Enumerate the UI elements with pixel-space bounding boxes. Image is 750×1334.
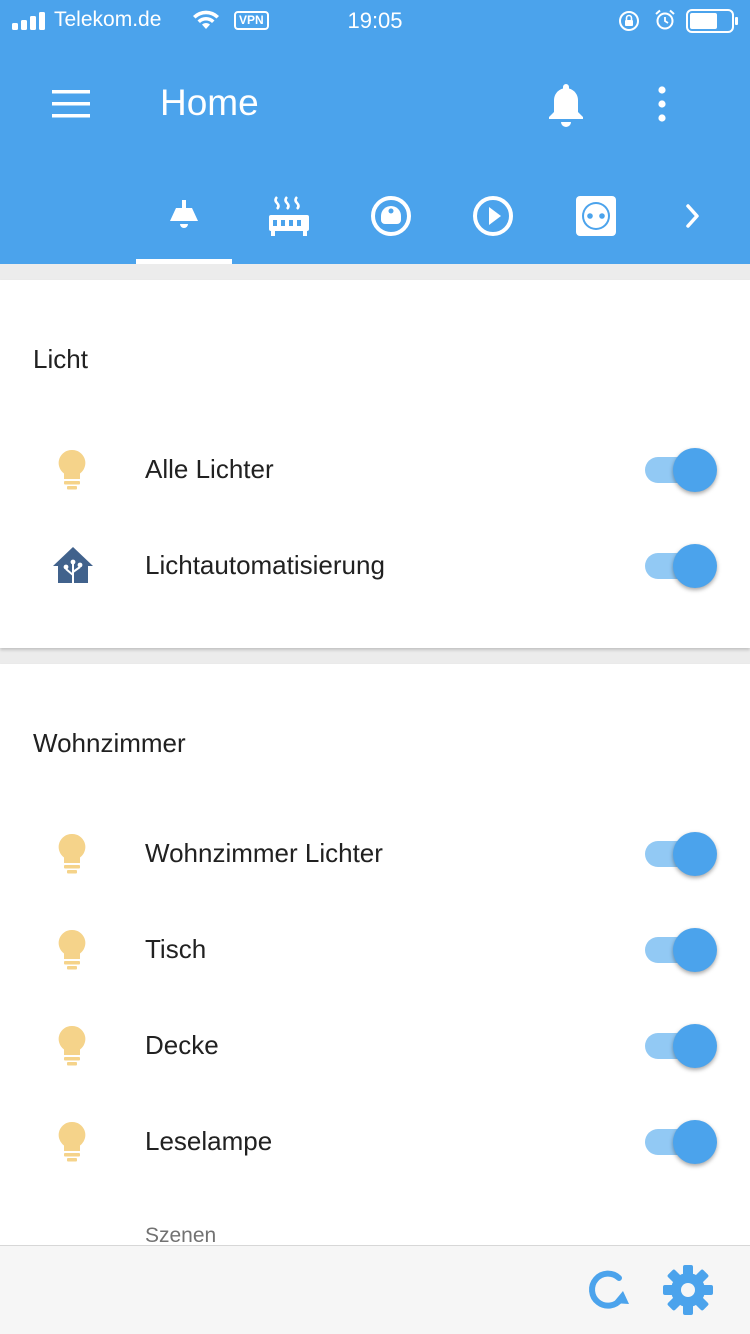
lightbulb-icon [58, 449, 86, 490]
toggle-thumb [673, 544, 717, 588]
entity-label: Leselampe [145, 1126, 273, 1156]
entity-row[interactable]: Leselampe [0, 1094, 750, 1190]
entity-row[interactable]: Decke [0, 998, 750, 1094]
orientation-lock-icon [619, 11, 639, 31]
home-assistant-icon [53, 547, 93, 583]
tab-bar [0, 180, 750, 264]
card-wohnzimmer: Wohnzimmer Wohnzimmer Lichter Tisch Deck… [0, 664, 750, 1334]
toggle-switch[interactable] [643, 448, 717, 492]
toggle-thumb [673, 832, 717, 876]
tab-scroll-right[interactable] [648, 180, 744, 264]
card-title: Wohnzimmer [33, 728, 186, 758]
entity-label: Tisch [145, 934, 207, 964]
chevron-right-icon [686, 204, 699, 228]
entity-row[interactable]: Wohnzimmer Lichter [0, 806, 750, 902]
toggle-thumb [673, 1120, 717, 1164]
lightbulb-icon [58, 1121, 86, 1162]
status-bar: Telekom.de VPN 19:05 [0, 0, 750, 40]
toggle-thumb [673, 928, 717, 972]
tab-switches[interactable] [546, 180, 642, 264]
tab-indicator [136, 259, 232, 264]
tab-vacuum[interactable] [341, 180, 437, 264]
tab-media[interactable] [443, 180, 539, 264]
tab-lights[interactable] [136, 180, 232, 264]
lightbulb-icon [58, 833, 86, 874]
bell-icon[interactable] [546, 82, 586, 128]
entity-label: Wohnzimmer Lichter [145, 838, 383, 868]
toggle-thumb [673, 448, 717, 492]
lightbulb-icon [58, 1025, 86, 1066]
refresh-icon[interactable] [583, 1266, 635, 1316]
lightbulb-icon [58, 929, 86, 970]
play-circle-icon [473, 196, 513, 236]
page-title: Home [160, 82, 259, 123]
bottom-toolbar [0, 1245, 750, 1334]
toggle-switch[interactable] [643, 1024, 717, 1068]
entity-label: Decke [145, 1030, 219, 1060]
more-vert-icon[interactable] [655, 86, 669, 122]
gear-icon[interactable] [662, 1264, 714, 1316]
toggle-switch[interactable] [643, 832, 717, 876]
toggle-thumb [673, 1024, 717, 1068]
entity-row[interactable]: Tisch [0, 902, 750, 998]
entity-label: Alle Lichter [145, 454, 274, 484]
radiator-icon [269, 196, 309, 236]
card-licht: Licht Alle Lichter Lichtautomatisierung [0, 280, 750, 648]
app-bar: Telekom.de VPN 19:05 Home [0, 0, 750, 264]
tab-heating[interactable] [239, 180, 335, 264]
menu-icon[interactable] [52, 90, 92, 118]
entity-label: Lichtautomatisierung [145, 550, 385, 580]
alarm-icon [655, 9, 675, 30]
battery-icon [686, 9, 738, 33]
robot-vacuum-icon [371, 196, 411, 236]
power-socket-icon [576, 196, 616, 236]
entity-row[interactable]: Alle Lichter [0, 422, 750, 518]
toggle-switch[interactable] [643, 544, 717, 588]
card-title: Licht [33, 344, 88, 374]
toggle-switch[interactable] [643, 1120, 717, 1164]
entity-row[interactable]: Lichtautomatisierung [0, 518, 750, 614]
ceiling-light-icon [170, 200, 198, 228]
toggle-switch[interactable] [643, 928, 717, 972]
